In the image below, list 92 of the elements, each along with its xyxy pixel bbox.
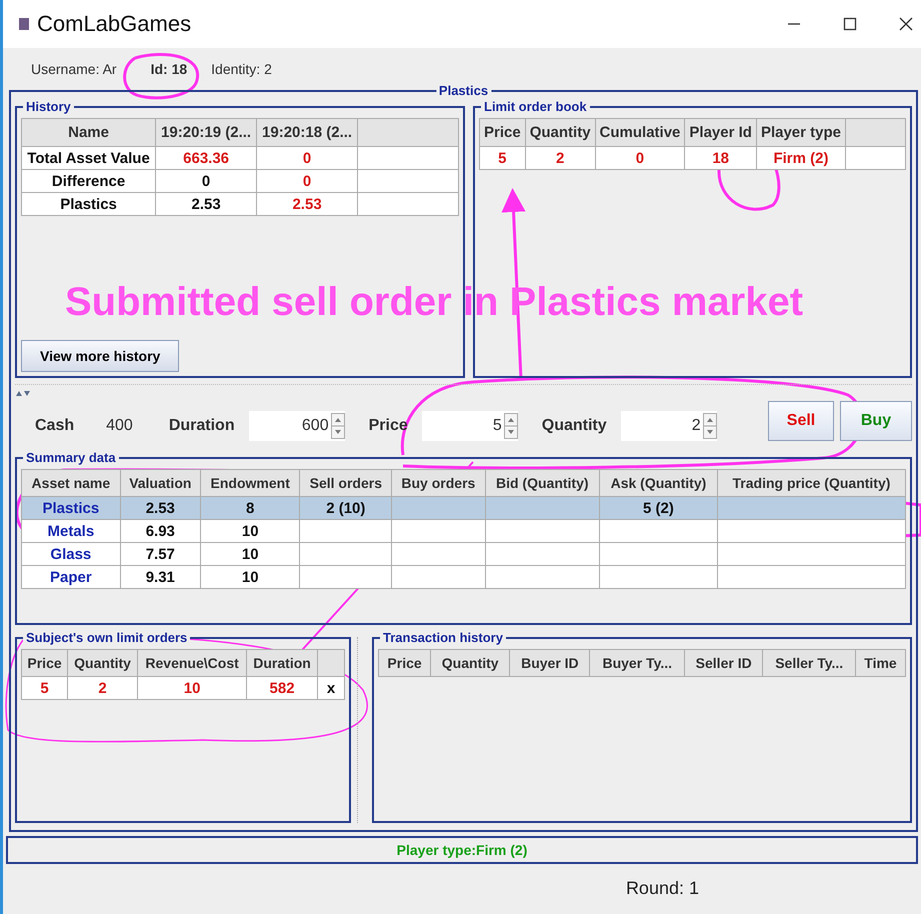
column-header[interactable]: Time xyxy=(856,650,906,676)
table-cell: Paper xyxy=(50,568,92,586)
table-row[interactable]: Metals 6.93 10 xyxy=(22,520,906,542)
table-cell: 0 xyxy=(156,170,257,192)
panel-title: Plastics xyxy=(436,83,492,98)
column-header[interactable]: Ask (Quantity) xyxy=(599,470,718,496)
column-header[interactable]: Buyer ID xyxy=(510,650,590,676)
spinner-arrows-icon[interactable] xyxy=(330,413,345,439)
player-type-label: Player type:Firm (2) xyxy=(396,842,528,858)
table-cell: 663.36 xyxy=(156,146,257,170)
column-header[interactable]: Buy orders xyxy=(392,470,486,496)
table-cell: 7.57 xyxy=(146,546,175,562)
identity-label: Identity: 2 xyxy=(211,61,272,77)
window-title: ComLabGames xyxy=(37,11,192,37)
table-cell: 2 (10) xyxy=(326,500,366,516)
table-cell: 8 xyxy=(246,500,254,516)
column-header[interactable]: Name xyxy=(22,118,156,146)
column-header[interactable]: Quantity xyxy=(430,650,510,676)
table-cell: 2 xyxy=(68,676,138,700)
column-header[interactable]: Price xyxy=(480,118,526,146)
panel-title: Summary data xyxy=(23,450,119,465)
field-label: Quantity xyxy=(542,417,607,435)
column-header[interactable]: Valuation xyxy=(120,470,200,496)
maximize-icon[interactable] xyxy=(843,17,857,31)
cash-label: Cash xyxy=(35,417,74,435)
username-label: Username: Ar xyxy=(31,61,117,77)
table-row[interactable]: Plastics 2.53 8 2 (10) 5 (2) xyxy=(22,496,906,520)
spinner-field[interactable]: 2 xyxy=(620,411,717,441)
table-cell: 2.53 xyxy=(256,192,358,216)
column-header[interactable]: Duration xyxy=(246,650,318,676)
view-more-history-button[interactable]: View more history xyxy=(21,340,180,372)
app-icon xyxy=(19,18,29,30)
table-cell: 18 xyxy=(684,146,756,170)
column-header[interactable]: Player Id xyxy=(684,118,756,146)
panel-title: History xyxy=(23,99,74,114)
table-cell: 10 xyxy=(242,568,259,586)
panel-title: Transaction history xyxy=(380,630,506,645)
round-label: Round: 1 xyxy=(626,878,699,899)
table-cell: Total Asset Value xyxy=(22,146,156,170)
column-header[interactable]: Quantity xyxy=(525,118,596,146)
table-row[interactable]: Paper 9.31 10 xyxy=(22,566,906,588)
column-header[interactable]: Price xyxy=(22,650,68,676)
spinner-arrows-icon[interactable] xyxy=(504,413,518,439)
close-icon[interactable] xyxy=(899,17,913,31)
table-cell: 9.31 xyxy=(146,568,175,586)
column-header[interactable]: Quantity xyxy=(68,650,138,676)
spinner-field[interactable]: 600 xyxy=(248,411,345,441)
column-header[interactable]: Price xyxy=(378,650,431,676)
table-cell: Metals xyxy=(48,522,94,540)
table-cell: 2.53 xyxy=(156,192,257,216)
table-cell: 0 xyxy=(256,170,358,192)
split-arrows-icon[interactable] xyxy=(15,390,31,396)
table-cell: Difference xyxy=(22,170,156,192)
spinner-arrows-icon[interactable] xyxy=(702,413,717,439)
spinner-field[interactable]: 5 xyxy=(422,411,518,441)
table-cell: Firm (2) xyxy=(756,146,846,170)
table-cell: 10 xyxy=(138,676,247,700)
table-cell: 5 xyxy=(480,146,526,170)
table-cell: 2 xyxy=(525,146,596,170)
panel-title: Subject's own limit orders xyxy=(23,630,190,645)
column-header[interactable]: Player type xyxy=(756,118,846,146)
table-cell: 2.53 xyxy=(146,500,175,516)
id-label: Id: 18 xyxy=(150,61,188,77)
panel-title: Limit order book xyxy=(481,99,590,114)
table-cell: Glass xyxy=(50,546,92,562)
table-cell: 6.93 xyxy=(146,522,175,540)
column-header[interactable]: Seller ID xyxy=(684,650,763,676)
table-cell: Plastics xyxy=(42,500,100,516)
column-header[interactable]: Endowment xyxy=(200,470,300,496)
order-button[interactable]: Buy xyxy=(840,401,912,441)
field-label: Duration xyxy=(168,417,235,435)
column-header[interactable]: Asset name xyxy=(22,470,120,496)
table-cell: 582 xyxy=(246,676,318,700)
column-header[interactable]: Cumulative xyxy=(595,118,685,146)
column-header[interactable]: Trading price (Quantity) xyxy=(717,470,906,496)
column-header[interactable]: 19:20:19 (2... xyxy=(156,118,257,146)
order-button[interactable]: Sell xyxy=(768,401,834,441)
table-cell: 5 xyxy=(22,676,68,700)
table-cell: 5 (2) xyxy=(643,500,674,516)
table-cell: Plastics xyxy=(22,192,156,216)
column-header[interactable]: Seller Ty... xyxy=(762,650,856,676)
table-cell: 10 xyxy=(242,522,259,540)
column-header[interactable]: Revenue\Cost xyxy=(138,650,247,676)
column-header[interactable]: Bid (Quantity) xyxy=(485,470,600,496)
table-cell: 0 xyxy=(595,146,685,170)
column-header[interactable]: Sell orders xyxy=(300,470,392,496)
table-row[interactable]: Glass 7.57 10 xyxy=(22,542,906,566)
cash-value: 400 xyxy=(106,417,133,435)
column-header[interactable]: Buyer Ty... xyxy=(590,650,685,676)
table-cell: 0 xyxy=(256,146,358,170)
column-header[interactable]: 19:20:18 (2... xyxy=(256,118,358,146)
table-cell: 10 xyxy=(242,546,259,562)
